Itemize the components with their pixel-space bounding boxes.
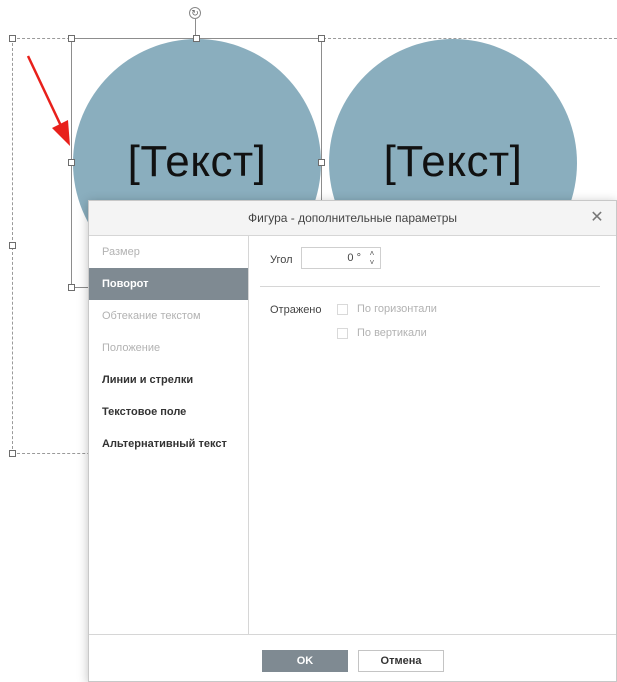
nav-item-text-wrapping: Обтекание текстом <box>102 310 201 322</box>
spin-down-icon[interactable]: ˅ <box>367 258 377 267</box>
nav-item-size: Размер <box>102 246 140 258</box>
nav-item-alt-text[interactable]: Альтернативный текст <box>89 428 248 460</box>
shape-advanced-settings-dialog: Фигура - дополнительные параметры ✕ Разм… <box>88 200 617 682</box>
close-icon[interactable]: ✕ <box>590 210 604 226</box>
nav-item-rotation[interactable]: Поворот <box>89 268 248 300</box>
flip-label: Отражено <box>270 304 322 316</box>
dialog-nav: Размер Поворот Обтекание текстом Положен… <box>89 236 249 636</box>
flip-vertical-label: По вертикали <box>357 327 427 339</box>
rotate-handle-icon[interactable]: ↻ <box>189 7 201 19</box>
resize-handle-top-right[interactable] <box>318 35 325 42</box>
resize-handle-bottom-left[interactable] <box>68 284 75 291</box>
flip-vertical-option: По вертикали <box>337 327 427 339</box>
spin-up-icon[interactable]: ˄ <box>367 249 377 258</box>
nav-item-text-box[interactable]: Текстовое поле <box>89 396 248 428</box>
shape-text-2[interactable]: [Текст] <box>384 137 523 187</box>
flip-horizontal-checkbox <box>337 303 348 315</box>
dialog-header: Фигура - дополнительные параметры ✕ <box>89 201 616 236</box>
cancel-button[interactable]: Отмена <box>358 650 444 672</box>
rotation-panel: Угол 0 ° ˄ ˅ Отражено По горизонтали По … <box>250 236 616 636</box>
resize-handle-left[interactable] <box>68 159 75 166</box>
nav-item-lines-arrows[interactable]: Линии и стрелки <box>89 364 248 396</box>
ok-button[interactable]: OK <box>262 650 348 672</box>
flip-vertical-checkbox <box>337 327 348 339</box>
dialog-footer: OK Отмена <box>89 634 616 681</box>
flip-horizontal-label: По горизонтали <box>357 303 437 315</box>
resize-handle-top[interactable] <box>193 35 200 42</box>
angle-label: Угол <box>270 254 293 266</box>
nav-item-position: Положение <box>102 342 161 354</box>
resize-handle-right[interactable] <box>318 159 325 166</box>
divider <box>260 286 600 287</box>
red-pointer-arrow-icon <box>26 55 70 146</box>
resize-handle-top-left[interactable] <box>68 35 75 42</box>
dialog-title: Фигура - дополнительные параметры <box>248 211 457 225</box>
angle-value[interactable]: 0 ° <box>347 252 361 264</box>
flip-horizontal-option: По горизонтали <box>337 303 437 315</box>
group-handle-left[interactable] <box>9 242 16 249</box>
angle-input[interactable]: 0 ° ˄ ˅ <box>301 247 381 269</box>
group-handle-bottom-left[interactable] <box>9 450 16 457</box>
group-handle-top-left[interactable] <box>9 35 16 42</box>
